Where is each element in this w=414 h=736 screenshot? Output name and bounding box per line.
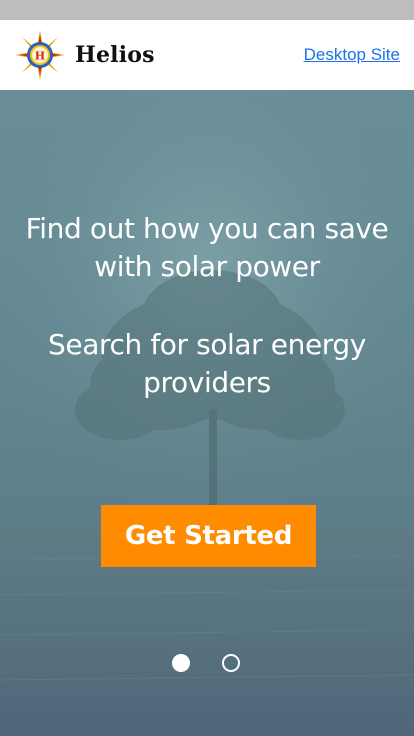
carousel-pagination xyxy=(172,654,240,672)
hero-carousel[interactable]: Find out how you can save with solar pow… xyxy=(0,90,414,736)
logo-letter: H xyxy=(35,50,45,63)
status-strip xyxy=(0,0,414,20)
carousel-dot-1[interactable] xyxy=(172,654,190,672)
get-started-button[interactable]: Get Started xyxy=(101,505,316,567)
hero-headline: Find out how you can save with solar pow… xyxy=(25,212,389,283)
helios-logo-icon[interactable]: H xyxy=(14,29,66,81)
site-header: H Helios Desktop Site xyxy=(0,20,414,90)
brand-name[interactable]: Helios xyxy=(75,42,155,68)
carousel-dot-2[interactable] xyxy=(222,654,240,672)
desktop-site-link[interactable]: Desktop Site xyxy=(304,45,400,65)
hero-subline: Search for solar energy providers xyxy=(48,328,366,399)
tree-landscape-background xyxy=(0,90,414,736)
